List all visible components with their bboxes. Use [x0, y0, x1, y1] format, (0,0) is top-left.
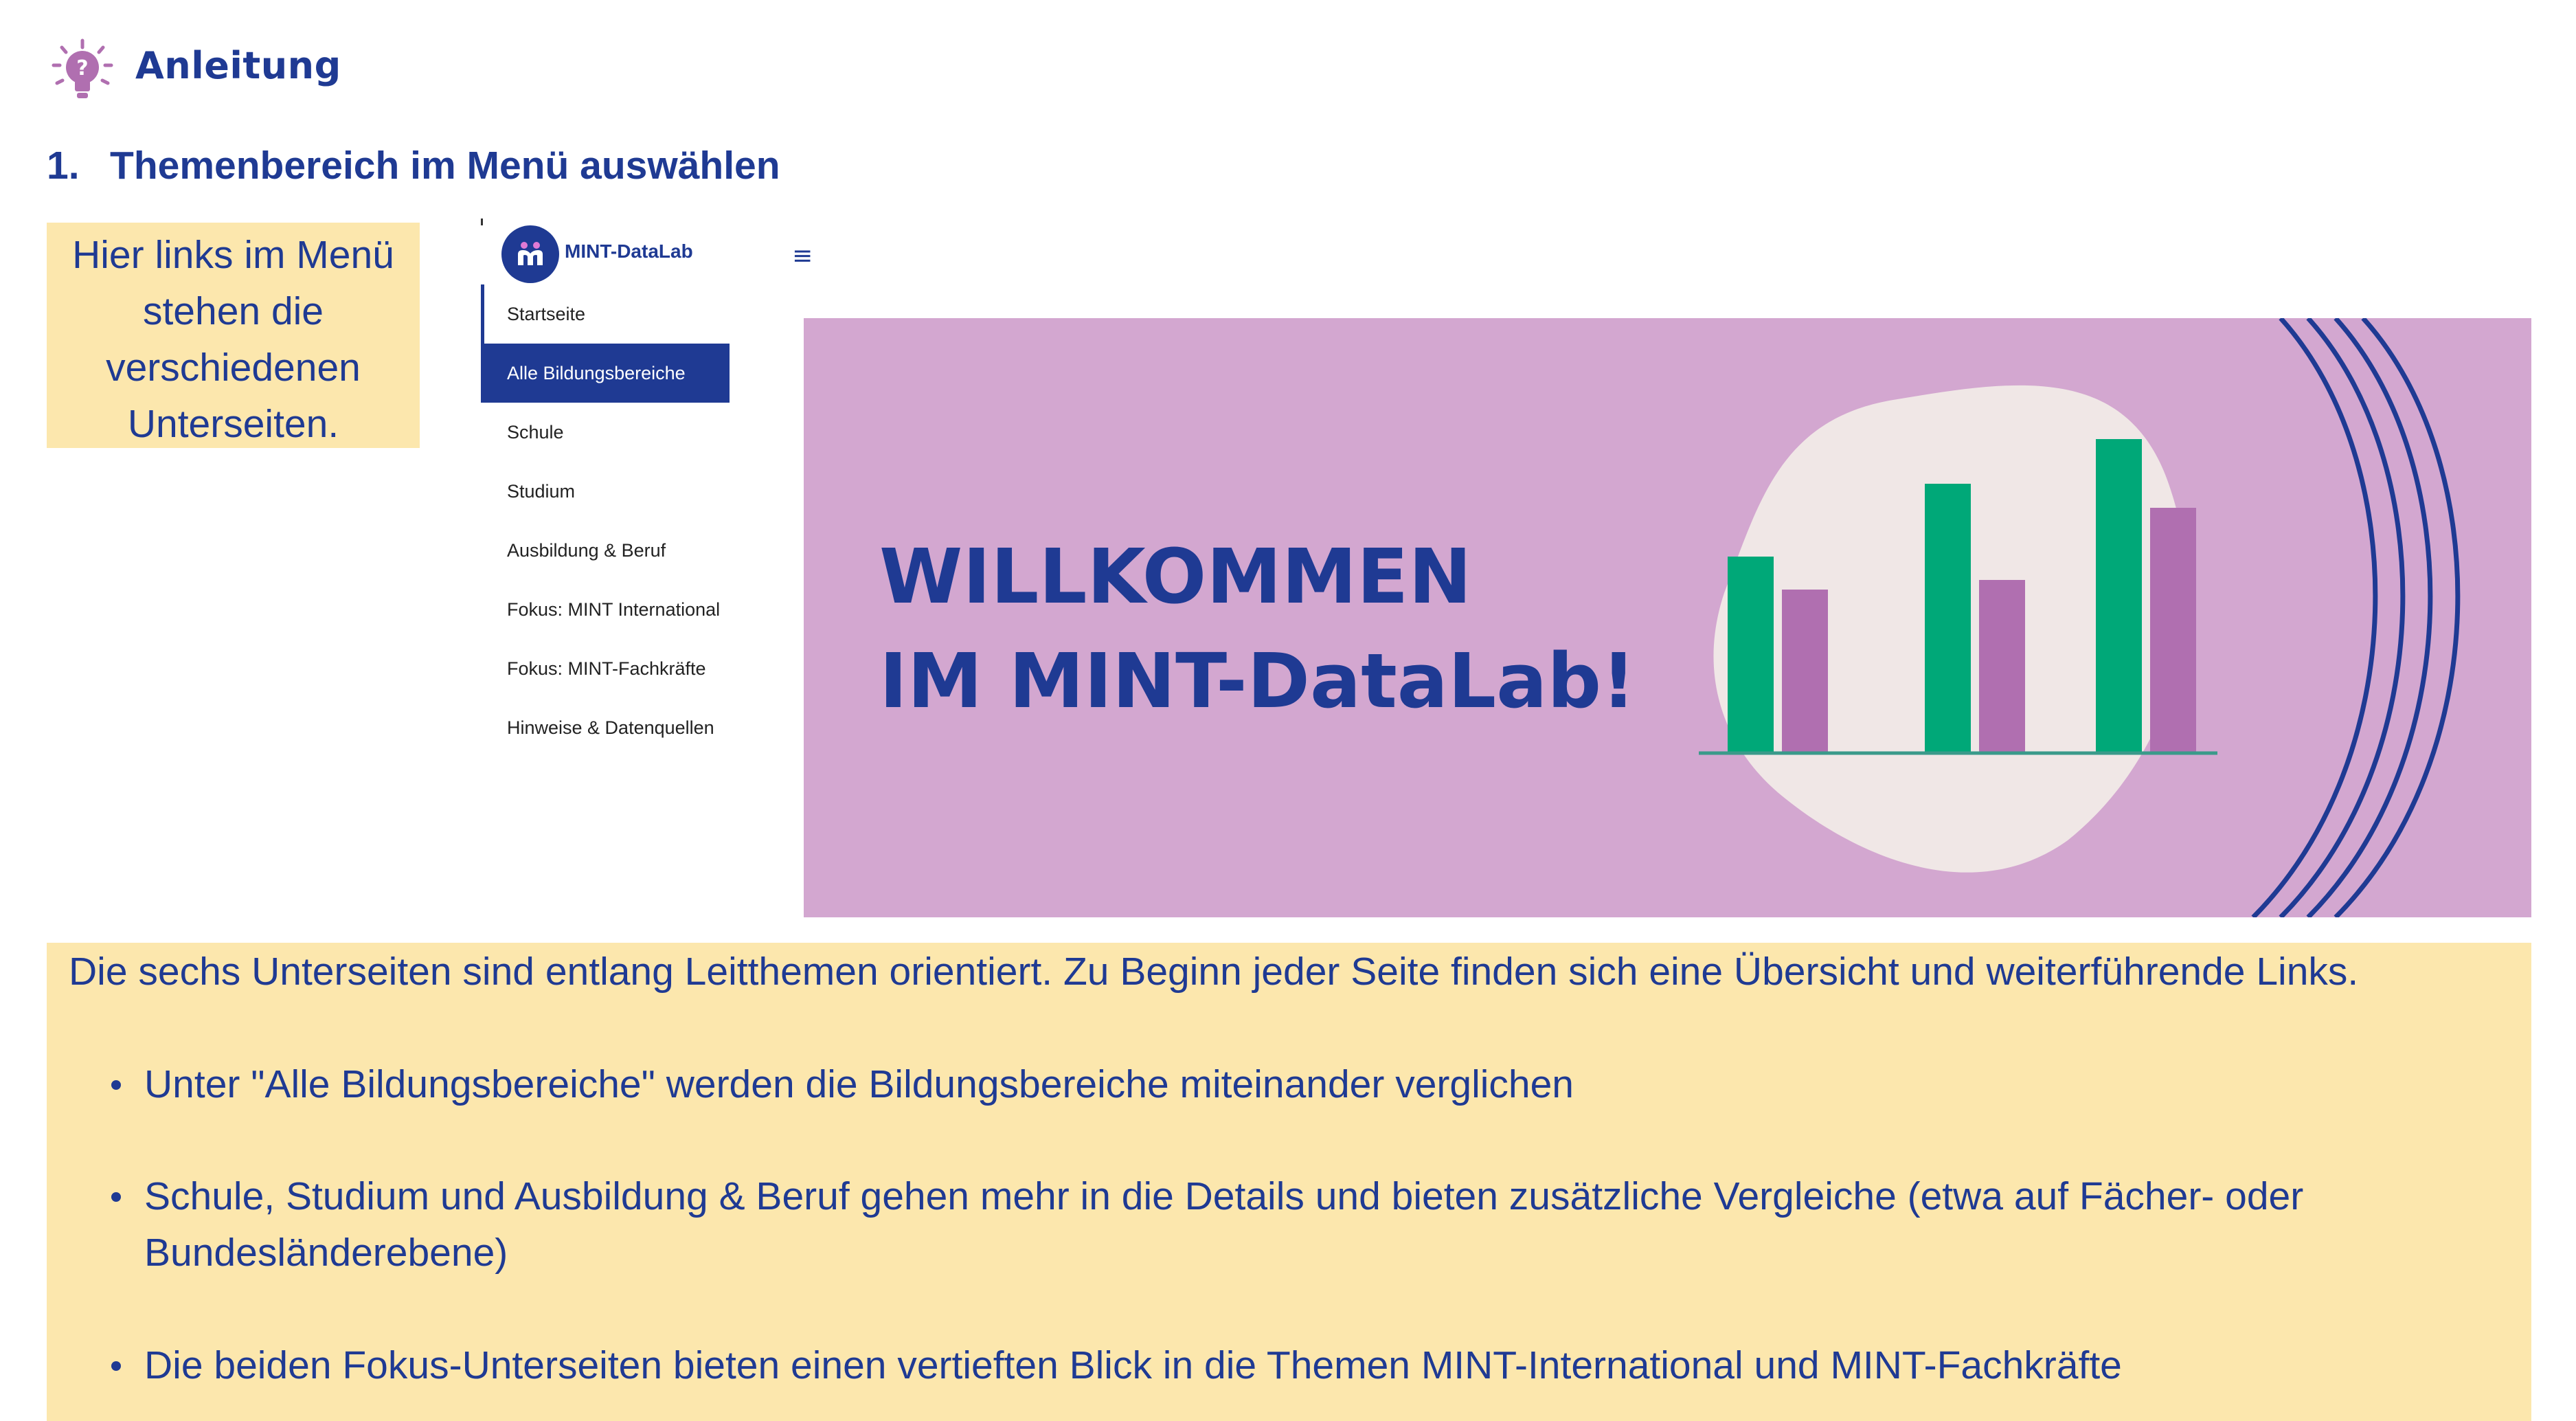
callout-line: Hier links im Menü — [72, 233, 394, 277]
menu-item-startseite[interactable]: Startseite — [481, 284, 730, 344]
menu-item-alle-bildungsbereiche[interactable]: Alle Bildungsbereiche — [481, 344, 730, 403]
banner-line-1: WILLKOMMEN — [879, 533, 1472, 620]
hamburger-menu-icon[interactable]: ≡ — [792, 244, 813, 269]
banner-bar — [1782, 590, 1828, 753]
step-title: 1. Themenbereich im Menü auswählen — [47, 143, 780, 188]
menu-item-studium[interactable]: Studium — [481, 462, 730, 521]
info-intro: Die sechs Unterseiten sind entlang Leitt… — [69, 950, 2359, 994]
banner-arcs — [2251, 318, 2461, 917]
menu-item-ausbildung-beruf[interactable]: Ausbildung & Beruf — [481, 521, 730, 580]
banner-line-2: IM MINT-DataLab! — [879, 637, 1636, 725]
banner-bar — [2096, 439, 2142, 753]
callout-line: verschiedenen — [106, 346, 361, 390]
menu-list: Startseite Alle Bildungsbereiche Schule … — [481, 284, 730, 757]
welcome-banner: WILLKOMMEN IM MINT-DataLab! — [804, 318, 2531, 917]
mint-datalab-logo-icon[interactable] — [501, 225, 559, 283]
page-title: Anleitung — [135, 44, 341, 87]
svg-text:?: ? — [76, 56, 88, 80]
brand-name[interactable]: MINT-DataLab — [565, 240, 693, 262]
list-item: Schule, Studium und Ausbildung & Beruf g… — [111, 1168, 2494, 1281]
banner-bar — [1925, 484, 1971, 753]
menu-item-fokus-mint-fachkraefte[interactable]: Fokus: MINT-Fachkräfte — [481, 639, 730, 698]
banner-bar — [1979, 580, 2025, 753]
list-item: Die beiden Fokus-Unterseiten bieten eine… — [111, 1337, 2494, 1394]
step-label: Themenbereich im Menü auswählen — [110, 144, 780, 188]
banner-bar — [2150, 508, 2196, 753]
list-item: Unter "Alle Bildungsbereiche" werden die… — [111, 1056, 2494, 1112]
info-box: Die sechs Unterseiten sind entlang Leitt… — [47, 943, 2531, 1421]
sidebar-menu: MINT-DataLab ≡ Startseite Alle Bildungsb… — [481, 219, 813, 757]
step-number: 1. — [47, 144, 80, 188]
banner-bar — [1728, 557, 1774, 753]
lightbulb-question-icon: ? — [49, 38, 115, 104]
divider — [481, 219, 483, 225]
menu-item-schule[interactable]: Schule — [481, 403, 730, 462]
banner-heading: WILLKOMMEN IM MINT-DataLab! — [879, 524, 1636, 733]
callout-line: stehen die — [142, 289, 324, 333]
menu-hint-callout: Hier links im Menü stehen die verschiede… — [47, 223, 420, 448]
menu-item-fokus-mint-international[interactable]: Fokus: MINT International — [481, 580, 730, 639]
menu-item-hinweise-datenquellen[interactable]: Hinweise & Datenquellen — [481, 698, 730, 757]
callout-line: Unterseiten. — [127, 402, 339, 446]
